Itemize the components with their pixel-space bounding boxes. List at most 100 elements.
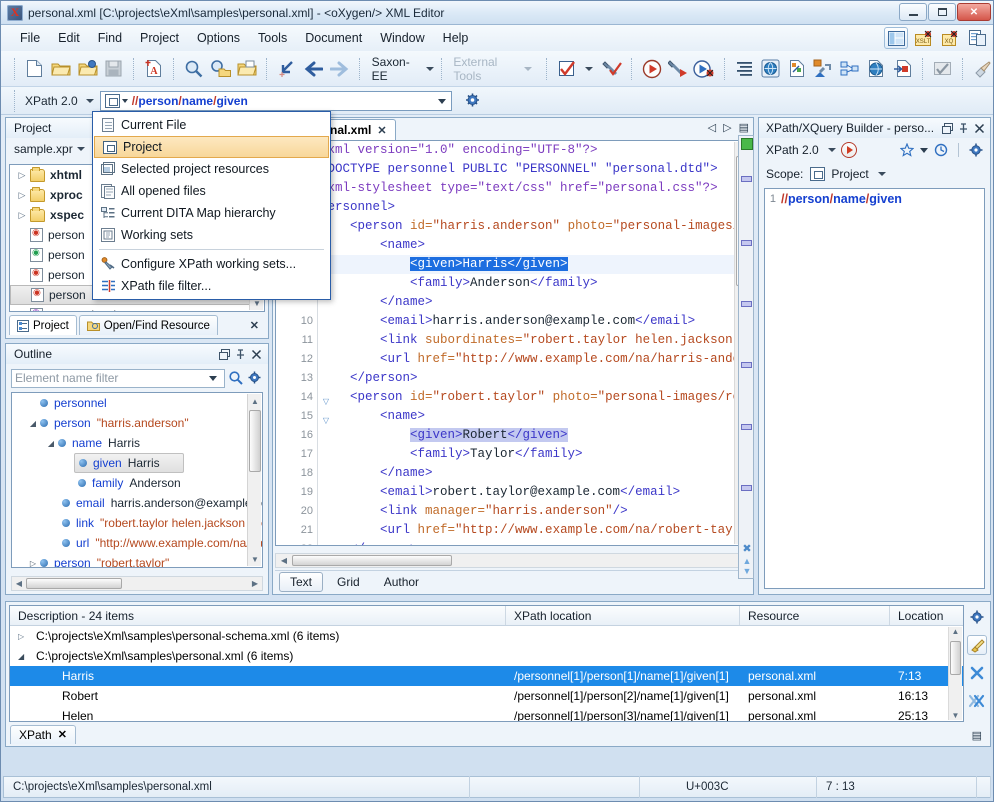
refresh-icon[interactable] [864, 54, 888, 84]
scrollbar-thumb[interactable] [26, 578, 122, 589]
outline-node-link[interactable]: link "robert.taylor helen.jackson mic [12, 513, 262, 533]
close-button[interactable]: ✕ [957, 3, 991, 21]
outline-node-personnel[interactable]: personnel [12, 393, 262, 413]
outline-scrollbar-vertical[interactable]: ▲ ▼ [247, 394, 261, 566]
history-icon[interactable] [933, 142, 949, 158]
maximize-button[interactable] [928, 3, 956, 21]
prev-editor-icon[interactable]: ◁ [708, 121, 716, 134]
results-list-icon[interactable]: ▤ [972, 729, 982, 742]
column-header-xpath-location[interactable]: XPath location [506, 606, 740, 625]
navigate-back-icon[interactable] [301, 54, 325, 84]
find-all-icon[interactable] [208, 54, 232, 84]
highlight-icon[interactable] [967, 635, 987, 655]
scrollbar-thumb[interactable] [292, 555, 452, 566]
restore-icon[interactable] [939, 120, 955, 136]
chevron-down-icon[interactable] [425, 66, 434, 71]
navigate-forward-icon[interactable] [328, 54, 352, 84]
validate-icon[interactable] [555, 54, 579, 84]
next-occurrence-icon[interactable]: ✖ [741, 544, 753, 555]
menu-edit[interactable]: Edit [49, 28, 89, 48]
collapse-arrow-icon[interactable]: ◢ [18, 652, 36, 661]
tab-author-view[interactable]: Author [374, 573, 429, 591]
menu-item-current-file[interactable]: Current File [93, 114, 330, 136]
configure-validation-icon[interactable] [599, 54, 623, 84]
table-row[interactable]: Robert /personnel[1]/person[2]/name[1]/g… [10, 686, 963, 706]
annotation-ruler[interactable]: ✖ ▲ ▼ [738, 135, 754, 579]
element-name-filter-input[interactable]: Element name filter [11, 368, 225, 388]
chevron-down-icon[interactable] [121, 98, 128, 103]
outline-scrollbar-horizontal[interactable]: ◀ ▶ [11, 576, 263, 591]
menu-item-current-dita-map-hierarchy[interactable]: Current DITA Map hierarchy [93, 202, 330, 224]
expand-arrow-icon[interactable]: ▷ [26, 559, 40, 568]
transformation-scenario-label[interactable]: Saxon-EE [368, 55, 420, 83]
validation-status-ok-icon[interactable] [741, 138, 753, 150]
outline-node-person2[interactable]: ▷ person "robert.taylor" [12, 553, 262, 568]
scroll-down-icon[interactable]: ▼ [949, 711, 962, 720]
menu-help[interactable]: Help [434, 28, 478, 48]
chevron-down-icon[interactable] [437, 98, 446, 104]
scrollbar-thumb[interactable] [249, 410, 261, 472]
tab-open-find-resource[interactable]: Open/Find Resource [78, 315, 218, 335]
gear-icon[interactable] [458, 86, 488, 116]
occurrence-marker[interactable] [741, 240, 752, 246]
outline-node-url[interactable]: url "http://www.example.com/na/ha [12, 533, 262, 553]
scope-value[interactable]: Project [831, 167, 868, 181]
pin-icon[interactable] [232, 346, 248, 362]
menu-options[interactable]: Options [188, 28, 249, 48]
xquery-expression-editor[interactable]: 1 //person/name/given [764, 188, 985, 589]
tab-grid-view[interactable]: Grid [327, 573, 370, 591]
chevron-down-icon[interactable] [877, 172, 886, 176]
menu-item-selected-project-resources[interactable]: Selected project resources [93, 158, 330, 180]
chevron-down-icon[interactable] [76, 147, 85, 151]
run-icon[interactable] [840, 142, 857, 158]
configure-transform-icon[interactable] [666, 54, 690, 84]
outline-node-person[interactable]: ◢ person "harris.anderson" [12, 413, 262, 433]
tab-text-view[interactable]: Text [279, 571, 324, 592]
chevron-right-icon[interactable]: ▷ [14, 170, 30, 181]
tree-item-personal-xsd[interactable]: personal.xsd [10, 305, 264, 311]
menu-item-working-sets[interactable]: Working sets [93, 224, 330, 246]
find-icon[interactable] [182, 54, 206, 84]
outline-node-family[interactable]: family Anderson [12, 473, 262, 493]
browser-preview-icon[interactable] [759, 54, 783, 84]
open-url-icon[interactable] [75, 54, 99, 84]
table-row[interactable]: ▷ C:\projects\eXml\samples\personal-sche… [10, 626, 963, 646]
table-row[interactable]: ◢ C:\projects\eXml\samples\personal.xml … [10, 646, 963, 666]
menu-window[interactable]: Window [371, 28, 433, 48]
xslt-debugger-icon[interactable]: XSLT [911, 27, 935, 49]
back-to-icon[interactable] [275, 54, 299, 84]
outline-tree[interactable]: personnel ◢ person "harris.anderson" ◢ n… [11, 392, 263, 568]
occurrence-marker[interactable] [741, 301, 752, 307]
occurrence-marker[interactable] [741, 362, 752, 368]
outline-node-name-el[interactable]: ◢ name Harris [12, 433, 262, 453]
pin-icon[interactable] [955, 120, 971, 136]
gear-icon[interactable] [968, 142, 984, 158]
menu-tools[interactable]: Tools [249, 28, 296, 48]
menu-file[interactable]: File [11, 28, 49, 48]
table-row-selected[interactable]: Harris /personnel[1]/person[1]/name[1]/g… [10, 666, 963, 686]
xpath-version-label[interactable]: XPath 2.0 [21, 94, 82, 108]
remove-all-icon[interactable] [967, 691, 987, 711]
code-editor-area[interactable]: 10 11 12 13 14▽ 15▽ 16 17 18 19 20 21 22… [275, 140, 751, 546]
menu-item-xpath-file-filter[interactable]: XPath file filter... [93, 275, 330, 297]
menu-item-configure-xpath-working-sets[interactable]: Configure XPath working sets... [93, 253, 330, 275]
occurrence-marker[interactable] [741, 176, 752, 182]
import-icon[interactable] [890, 54, 914, 84]
close-icon[interactable] [971, 120, 987, 136]
next-editor-icon[interactable]: ▷ [723, 121, 731, 134]
xquery-debugger-icon[interactable]: XQ [938, 27, 962, 49]
scrollbar-thumb[interactable] [950, 641, 961, 675]
accessibility-icon[interactable] [971, 54, 993, 84]
menu-project[interactable]: Project [131, 28, 188, 48]
remove-icon[interactable] [967, 663, 987, 683]
compare-files-icon[interactable] [965, 27, 989, 49]
save-icon[interactable] [102, 54, 126, 84]
scroll-up-icon[interactable]: ▲ [248, 394, 262, 408]
column-header-location[interactable]: Location [890, 606, 962, 625]
outline-node-given-selected[interactable]: given Harris [74, 453, 184, 473]
transform-icon[interactable] [640, 54, 664, 84]
spell-check-icon[interactable] [930, 54, 954, 84]
project-scope-icon[interactable] [810, 167, 826, 181]
occurrence-marker[interactable] [741, 485, 752, 491]
collapse-arrow-icon[interactable]: ◢ [26, 419, 40, 428]
